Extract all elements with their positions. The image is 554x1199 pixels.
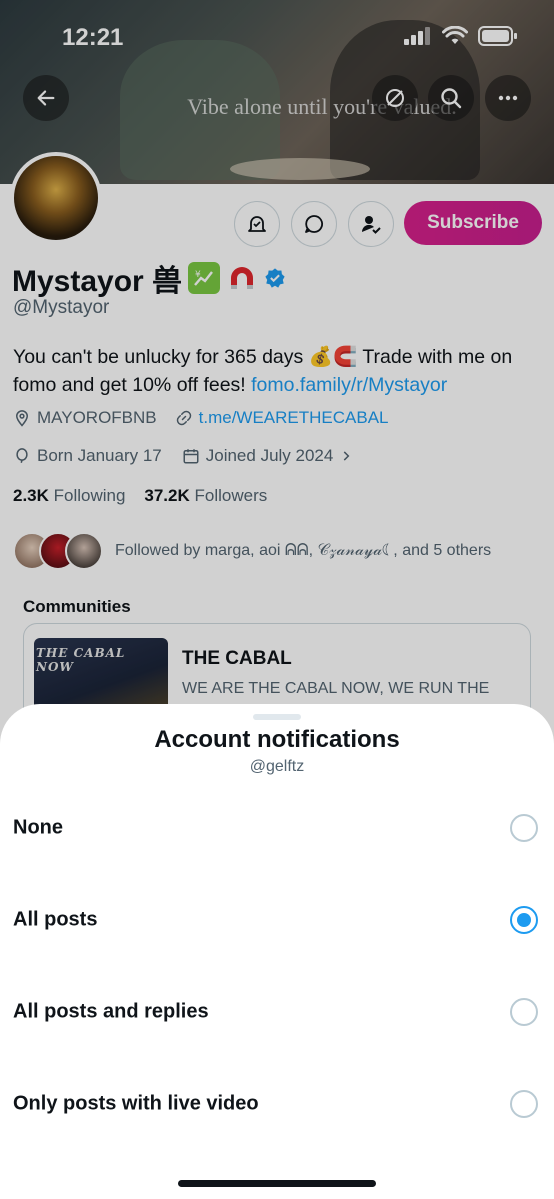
option-label: All posts and replies — [13, 1000, 209, 1023]
radio-all-posts-and-replies[interactable] — [510, 998, 538, 1026]
radio-live-video[interactable] — [510, 1090, 538, 1118]
radio-none[interactable] — [510, 814, 538, 842]
option-live-video[interactable]: Only posts with live video — [0, 1074, 554, 1134]
sheet-grabber[interactable] — [253, 714, 301, 720]
sheet-title: Account notifications — [154, 726, 400, 753]
account-notifications-sheet: Account notifications @gelftz None All p… — [0, 704, 554, 1199]
radio-all-posts[interactable] — [510, 906, 538, 934]
sheet-subtitle: @gelftz — [249, 758, 305, 775]
option-label: All posts — [13, 908, 98, 931]
option-none[interactable]: None — [0, 798, 554, 858]
option-label: None — [13, 816, 63, 839]
option-all-posts[interactable]: All posts — [0, 890, 554, 950]
home-indicator — [178, 1180, 376, 1187]
option-all-posts-and-replies[interactable]: All posts and replies — [0, 982, 554, 1042]
option-label: Only posts with live video — [13, 1092, 259, 1115]
